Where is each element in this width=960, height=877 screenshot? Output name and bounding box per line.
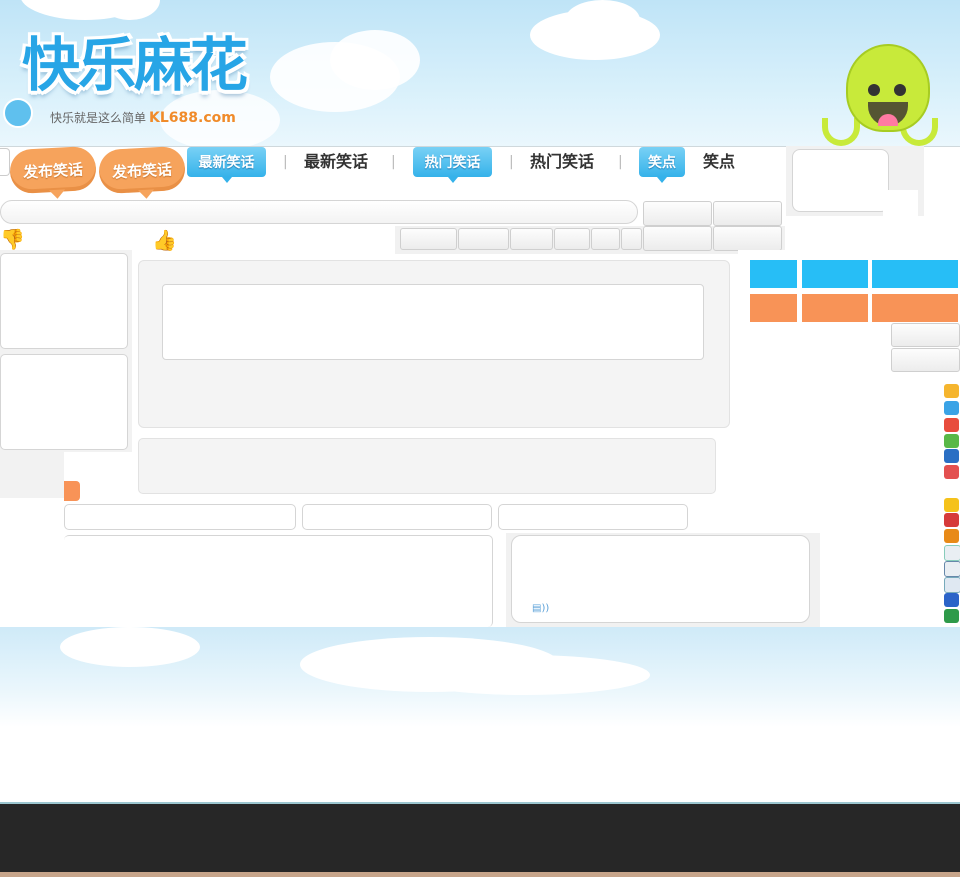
user-box-notch [883, 190, 918, 216]
orange-action-button[interactable] [750, 294, 797, 322]
weibo-icon[interactable] [944, 418, 959, 432]
tab[interactable] [400, 228, 457, 250]
orange-action-button[interactable] [802, 294, 868, 322]
octopus-head [846, 44, 930, 132]
favorite-icon[interactable] [944, 498, 959, 512]
nav-separator: | [509, 154, 514, 170]
site-domain[interactable]: KL688.com [149, 110, 236, 126]
lower-content-box [64, 535, 493, 627]
nav-separator: | [391, 154, 396, 170]
blue-action-button[interactable] [802, 260, 868, 288]
nav-separator: | [283, 154, 288, 170]
tab[interactable] [621, 228, 642, 250]
tab[interactable] [591, 228, 620, 250]
nav-points[interactable]: 笑点 [703, 150, 735, 174]
nav-separator: | [618, 154, 623, 170]
side-button[interactable] [891, 323, 960, 347]
sidebar-card[interactable] [0, 253, 128, 349]
qzone-icon[interactable] [944, 384, 959, 398]
copy-icon[interactable] [944, 577, 960, 593]
message-box[interactable] [511, 535, 810, 623]
octopus-eye [894, 84, 906, 96]
thumbs-up-icon[interactable]: 👍 [152, 229, 177, 251]
renren-icon[interactable] [944, 449, 959, 463]
qq-icon[interactable] [944, 561, 960, 577]
site-logo[interactable]: 快乐麻花 [22, 30, 248, 100]
side-button[interactable] [891, 348, 960, 372]
tool-button[interactable] [643, 226, 712, 251]
douban-info-icon[interactable] [944, 513, 959, 527]
sohu-icon[interactable] [944, 545, 960, 561]
cloud [330, 30, 420, 90]
search-input[interactable] [0, 200, 638, 224]
bird-icon [3, 98, 33, 128]
sidebar-orange-tab[interactable] [64, 481, 80, 501]
nav-edge [0, 148, 10, 176]
baidu-icon[interactable] [944, 593, 959, 607]
publish-joke-button[interactable]: 发布笑话 [8, 145, 98, 200]
lower-box[interactable] [302, 504, 492, 530]
octopus-eye [868, 84, 880, 96]
thumbs-down-icon[interactable]: 👎 [0, 228, 25, 250]
comment-box[interactable] [138, 438, 716, 494]
nav-points-active[interactable]: 笑点 [639, 147, 685, 183]
speaker-icon[interactable]: ▤)) [532, 603, 549, 614]
cloud [565, 0, 640, 40]
pengyou-icon[interactable] [944, 401, 959, 415]
tab[interactable] [554, 228, 590, 250]
tianya-icon[interactable] [944, 529, 959, 543]
tagline-text: 快乐就是这么简单 [50, 111, 147, 125]
nav-points-active-label: 笑点 [648, 155, 676, 171]
nav-hot-active-label: 热门笑话 [424, 155, 481, 171]
lower-box[interactable] [498, 504, 688, 530]
footer-sky [0, 627, 960, 727]
cloud [60, 627, 200, 667]
tool-button[interactable] [643, 201, 712, 226]
octopus-mouth [868, 102, 908, 126]
tool-button[interactable] [713, 226, 782, 251]
tab[interactable] [510, 228, 553, 250]
douban-icon[interactable] [944, 609, 959, 623]
kaixin-icon[interactable] [944, 434, 959, 448]
lower-box[interactable] [64, 504, 296, 530]
orange-action-button[interactable] [872, 294, 958, 322]
joke-text-area[interactable] [162, 284, 704, 360]
nav-hot[interactable]: 热门笑话 [530, 150, 594, 174]
cloud [400, 655, 650, 695]
blue-action-button[interactable] [750, 260, 797, 288]
nav-latest[interactable]: 最新笑话 [304, 150, 368, 174]
tqq-icon[interactable] [944, 465, 959, 479]
tab[interactable] [458, 228, 509, 250]
footer [0, 802, 960, 874]
blue-action-button[interactable] [872, 260, 958, 288]
user-box[interactable] [792, 149, 889, 212]
footer-line [0, 872, 960, 877]
nav-hot-active[interactable]: 热门笑话 [413, 147, 492, 183]
publish-joke-label: 发布笑话 [22, 159, 84, 182]
tagline: 快乐就是这么简单 KL688.com [50, 109, 236, 126]
tool-button[interactable] [713, 201, 782, 226]
nav-latest-active-label: 最新笑话 [198, 155, 255, 171]
sidebar-card[interactable] [0, 354, 128, 450]
nav-latest-active[interactable]: 最新笑话 [187, 147, 266, 183]
publish-joke-label: 发布笑话 [111, 159, 173, 182]
publish-joke-button-hover[interactable]: 发布笑话 [97, 145, 187, 200]
